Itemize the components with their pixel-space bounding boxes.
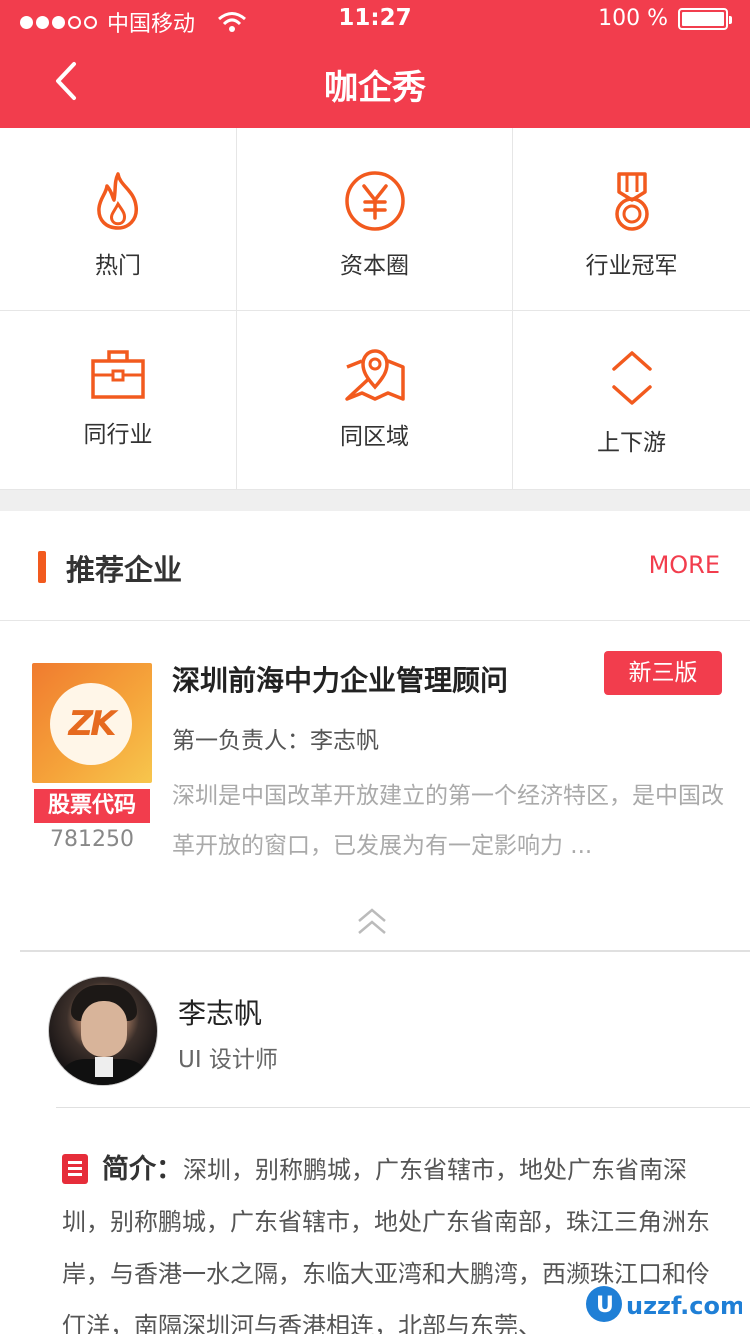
- medal-icon: [614, 172, 649, 231]
- battery-icon: [678, 7, 732, 30]
- category-same-industry[interactable]: 同行业: [0, 311, 237, 490]
- section-title: 推荐企业: [66, 553, 183, 587]
- category-grid: 热门 资本圈 行业冠军 同行业 同区域 上下游: [0, 128, 750, 490]
- avatar: [48, 976, 158, 1086]
- person-name: 李志帆: [178, 997, 263, 1030]
- battery-percent: 100 %: [598, 6, 668, 31]
- flame-icon: [97, 172, 138, 230]
- yen-icon: [344, 171, 405, 231]
- category-capital[interactable]: 资本圈: [237, 128, 513, 311]
- header: 中国移动 11:27 100 % 咖企秀: [0, 0, 750, 128]
- category-champion[interactable]: 行业冠军: [513, 128, 750, 311]
- stock-label: 股票代码: [34, 789, 150, 823]
- category-label: 行业冠军: [585, 253, 678, 279]
- up-down-arrows-icon: [611, 351, 652, 405]
- stock-code: 781250: [50, 827, 134, 852]
- category-up-downstream[interactable]: 上下游: [513, 311, 750, 490]
- map-pin-icon: [344, 349, 405, 401]
- watermark-text: uzzf.com: [626, 1292, 742, 1320]
- company-owner: 第一负责人：李志帆: [172, 728, 379, 754]
- page-title: 咖企秀: [324, 68, 426, 108]
- company-card[interactable]: ZK 股票代码 781250 深圳前海中力企业管理顾问 新三版 第一负责人：李志…: [0, 621, 750, 951]
- more-link[interactable]: MORE: [649, 551, 720, 579]
- nav-bar: 咖企秀: [0, 40, 750, 128]
- category-label: 同区域: [340, 424, 409, 450]
- status-right: 100 %: [598, 6, 732, 31]
- status-bar: 中国移动 11:27 100 %: [0, 0, 750, 40]
- company-name: 深圳前海中力企业管理顾问: [172, 664, 509, 697]
- category-same-region[interactable]: 同区域: [237, 311, 513, 490]
- category-label: 热门: [95, 253, 141, 279]
- person-title: UI 设计师: [178, 1047, 278, 1073]
- category-label: 资本圈: [340, 253, 409, 279]
- intro-label: 简介：: [102, 1154, 183, 1185]
- market-tag: 新三版: [604, 651, 722, 695]
- briefcase-icon: [91, 350, 145, 399]
- company-logo-mark: ZK: [50, 683, 132, 765]
- svg-text:U: U: [596, 1293, 614, 1318]
- watermark-logo: U uzzf.com: [586, 1286, 742, 1322]
- section-header: 推荐企业 MORE: [0, 511, 750, 621]
- category-label: 同行业: [83, 422, 153, 448]
- company-description: 深圳是中国改革开放建立的第一个经济特区，是中国改革开放的窗口，已发展为有一定影响…: [172, 783, 724, 859]
- person-card[interactable]: 李志帆 UI 设计师: [0, 952, 750, 1107]
- company-logo: ZK: [32, 663, 152, 783]
- section-accent-bar: [38, 551, 46, 583]
- category-hot[interactable]: 热门: [0, 128, 237, 311]
- section-gap: [0, 490, 750, 511]
- collapse-chevron-icon[interactable]: [356, 905, 388, 939]
- category-label: 上下游: [597, 430, 666, 456]
